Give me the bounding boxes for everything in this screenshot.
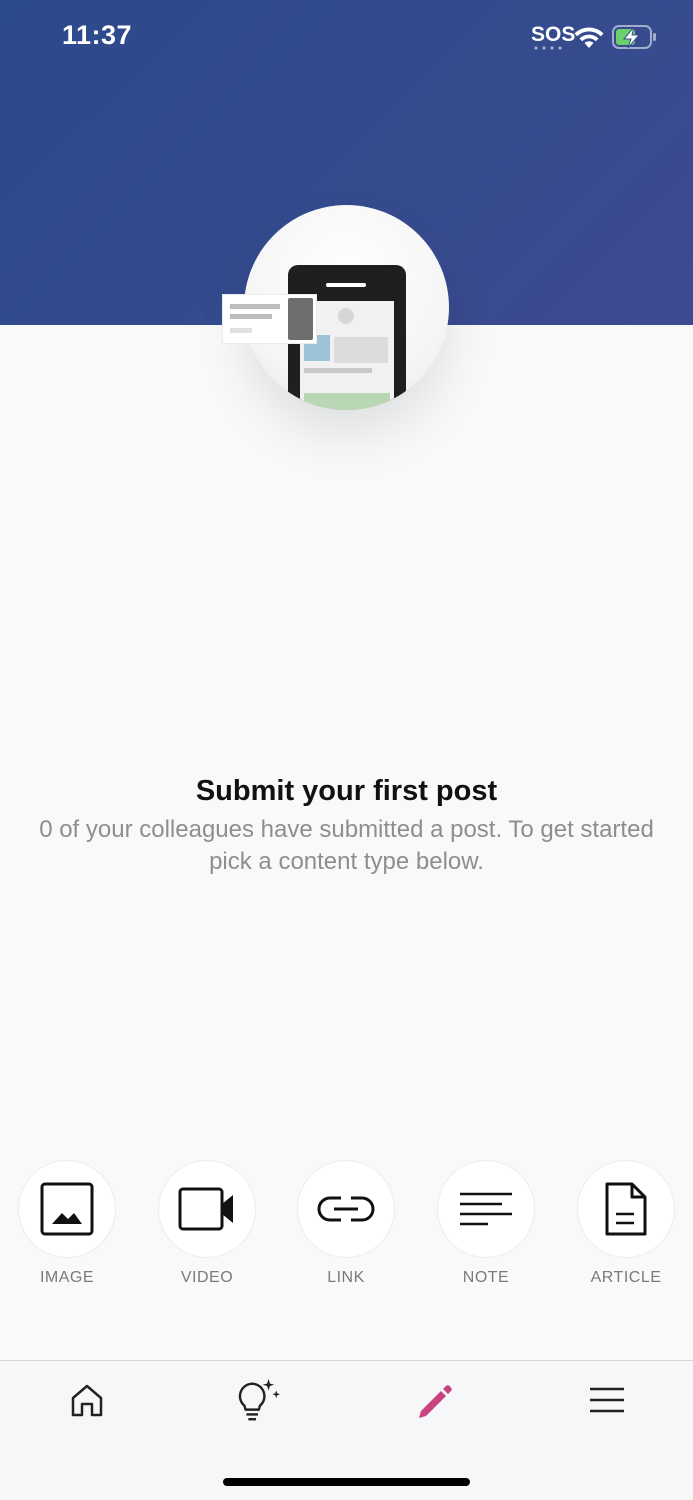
empty-state-subtitle: 0 of your colleagues have submitted a po… — [39, 816, 654, 875]
content-type-article-button[interactable]: ARTICLE — [576, 1160, 676, 1290]
content-type-video-circle[interactable] — [158, 1160, 256, 1258]
home-indicator[interactable] — [223, 1478, 470, 1486]
video-icon — [178, 1187, 233, 1231]
content-type-article-circle[interactable] — [577, 1160, 675, 1258]
tab-home[interactable] — [62, 1375, 112, 1425]
content-type-note-button[interactable]: NOTE — [436, 1160, 536, 1290]
content-type-note-label: NOTE — [462, 1269, 510, 1286]
content-type-image-circle[interactable] — [18, 1160, 116, 1258]
content-type-video-button[interactable]: VIDEO — [157, 1160, 257, 1290]
status-bar: 11:37 SOS — [0, 0, 693, 80]
pencil-icon — [419, 1385, 452, 1418]
status-time: 11:37 — [62, 20, 133, 50]
tab-create[interactable] — [408, 1375, 458, 1425]
content-type-article-label: ARTICLE — [590, 1269, 662, 1286]
content-type-link-button[interactable]: LINK — [296, 1160, 396, 1290]
empty-state-title: Submit your first post — [195, 775, 498, 807]
content-type-image-label: IMAGE — [39, 1269, 95, 1286]
wifi-icon — [574, 27, 604, 48]
lightbulb-icon — [238, 1378, 281, 1421]
tab-ideas[interactable] — [232, 1375, 282, 1425]
card-illustration-icon — [222, 294, 317, 344]
content-type-link-circle[interactable] — [297, 1160, 395, 1258]
note-icon — [460, 1192, 512, 1226]
menu-icon — [590, 1387, 624, 1413]
content-type-video-label: VIDEO — [180, 1269, 234, 1286]
article-icon — [605, 1182, 647, 1236]
content-type-link-label: LINK — [327, 1269, 365, 1286]
status-sos: SOS — [531, 23, 576, 46]
home-icon — [71, 1384, 103, 1417]
image-icon — [40, 1182, 94, 1236]
link-icon — [317, 1196, 375, 1222]
tab-menu[interactable] — [582, 1375, 632, 1425]
content-type-note-circle[interactable] — [437, 1160, 535, 1258]
battery-charging-icon — [612, 25, 656, 49]
content-type-image-button[interactable]: IMAGE — [17, 1160, 117, 1290]
sos-dots-icon — [534, 46, 562, 50]
